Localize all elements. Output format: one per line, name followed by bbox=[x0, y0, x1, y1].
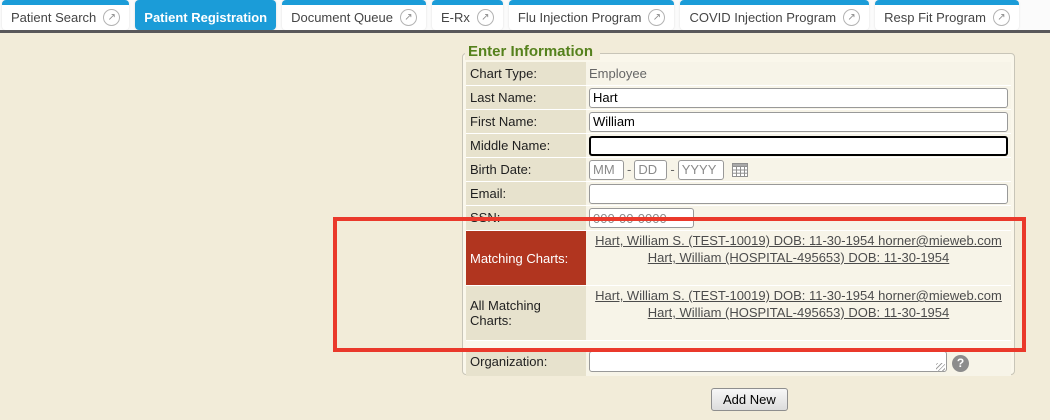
tab-covid-injection-program[interactable]: COVID Injection Program ↗ bbox=[680, 0, 869, 30]
row-last-name: Last Name: bbox=[466, 86, 1011, 110]
birth-day-input[interactable] bbox=[634, 160, 667, 180]
chart-type-label: Chart Type: bbox=[466, 62, 586, 85]
row-matching-charts: Matching Charts: Hart, William S. (TEST-… bbox=[466, 231, 1011, 286]
calendar-icon[interactable] bbox=[732, 162, 748, 177]
help-icon[interactable]: ? bbox=[952, 355, 969, 372]
birth-month-input[interactable] bbox=[589, 160, 624, 180]
ssn-label: SSN: bbox=[466, 206, 586, 230]
date-separator: - bbox=[627, 162, 631, 177]
birth-year-input[interactable] bbox=[678, 160, 724, 180]
email-input[interactable] bbox=[589, 184, 1008, 204]
tab-label: Patient Registration bbox=[144, 10, 267, 25]
first-name-label: First Name: bbox=[466, 110, 586, 133]
organization-input[interactable] bbox=[589, 351, 947, 372]
enter-information-fieldset: Chart Type: Employee Last Name: First Na… bbox=[462, 53, 1015, 375]
row-email: Email: bbox=[466, 182, 1011, 206]
tab-label: Flu Injection Program bbox=[518, 10, 642, 25]
tab-label: E-Rx bbox=[441, 10, 470, 25]
open-new-window-icon[interactable]: ↗ bbox=[843, 9, 860, 26]
last-name-input[interactable] bbox=[589, 88, 1008, 108]
tab-label: Patient Search bbox=[11, 10, 96, 25]
tab-e-rx[interactable]: E-Rx ↗ bbox=[432, 0, 503, 30]
chart-type-value: Employee bbox=[589, 66, 647, 81]
middle-name-label: Middle Name: bbox=[466, 134, 586, 157]
middle-name-input[interactable] bbox=[589, 136, 1008, 156]
row-birth-date: Birth Date: - - bbox=[466, 158, 1011, 182]
form-legend: Enter Information bbox=[465, 43, 600, 60]
matching-chart-link[interactable]: Hart, William (HOSPITAL-495653) DOB: 11-… bbox=[648, 249, 950, 266]
tab-patient-search[interactable]: Patient Search ↗ bbox=[2, 0, 129, 30]
matching-chart-link[interactable]: Hart, William S. (TEST-10019) DOB: 11-30… bbox=[595, 287, 1002, 304]
row-middle-name: Middle Name: bbox=[466, 134, 1011, 158]
matching-charts-label: Matching Charts: bbox=[466, 231, 586, 285]
row-first-name: First Name: bbox=[466, 110, 1011, 134]
ssn-input[interactable] bbox=[589, 208, 694, 228]
row-all-matching-charts: All Matching Charts: Hart, William S. (T… bbox=[466, 286, 1011, 341]
first-name-input[interactable] bbox=[589, 112, 1008, 132]
all-matching-charts-label: All Matching Charts: bbox=[466, 286, 586, 340]
tabbar-divider bbox=[0, 30, 1050, 33]
email-label: Email: bbox=[466, 182, 586, 205]
tab-label: Document Queue bbox=[291, 10, 393, 25]
open-new-window-icon[interactable]: ↗ bbox=[103, 9, 120, 26]
tab-document-queue[interactable]: Document Queue ↗ bbox=[282, 0, 426, 30]
open-new-window-icon[interactable]: ↗ bbox=[993, 9, 1010, 26]
open-new-window-icon[interactable]: ↗ bbox=[477, 9, 494, 26]
tab-flu-injection-program[interactable]: Flu Injection Program ↗ bbox=[509, 0, 675, 30]
matching-chart-link[interactable]: Hart, William (HOSPITAL-495653) DOB: 11-… bbox=[648, 304, 950, 321]
tab-bar: Patient Search ↗ Patient Registration Do… bbox=[0, 0, 1050, 30]
row-organization: Organization: ? bbox=[466, 350, 1011, 376]
open-new-window-icon[interactable]: ↗ bbox=[648, 9, 665, 26]
birth-date-label: Birth Date: bbox=[466, 158, 586, 181]
tab-patient-registration[interactable]: Patient Registration bbox=[135, 0, 276, 30]
open-new-window-icon[interactable]: ↗ bbox=[400, 9, 417, 26]
tab-label: COVID Injection Program bbox=[689, 10, 836, 25]
matching-chart-link[interactable]: Hart, William S. (TEST-10019) DOB: 11-30… bbox=[595, 232, 1002, 249]
last-name-label: Last Name: bbox=[466, 86, 586, 109]
row-ssn: SSN: bbox=[466, 206, 1011, 231]
tab-label: Resp Fit Program bbox=[884, 10, 986, 25]
organization-label: Organization: bbox=[466, 350, 586, 376]
tab-resp-fit-program[interactable]: Resp Fit Program ↗ bbox=[875, 0, 1019, 30]
form-rows: Chart Type: Employee Last Name: First Na… bbox=[466, 62, 1011, 376]
add-new-button[interactable]: Add New bbox=[711, 388, 788, 411]
row-spacer bbox=[466, 341, 1011, 350]
row-chart-type: Chart Type: Employee bbox=[466, 62, 1011, 86]
date-separator: - bbox=[670, 162, 674, 177]
